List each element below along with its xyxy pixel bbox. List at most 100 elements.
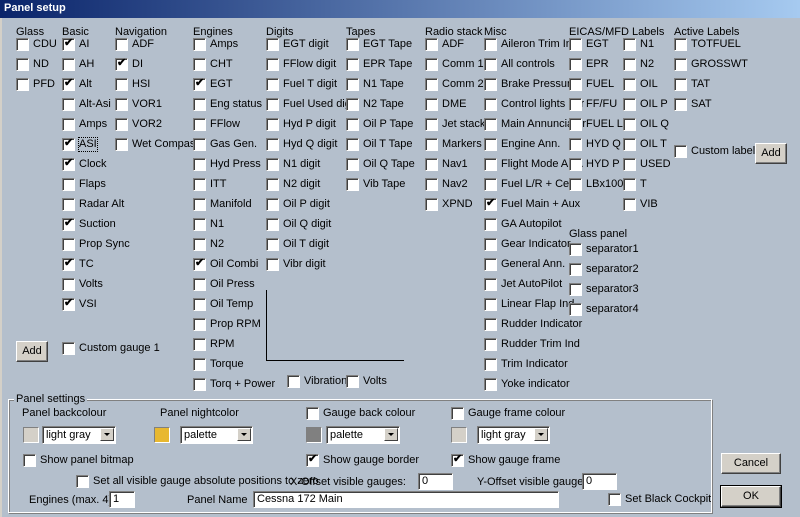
- checkbox[interactable]: [62, 278, 75, 291]
- checkbox[interactable]: [62, 58, 75, 71]
- checkbox[interactable]: [346, 375, 359, 388]
- checkbox[interactable]: [193, 338, 206, 351]
- checkbox[interactable]: ✔: [193, 77, 206, 91]
- checkbox[interactable]: [484, 378, 497, 391]
- checkbox[interactable]: [115, 78, 128, 91]
- x-offset-input[interactable]: 0: [418, 473, 453, 490]
- checkbox[interactable]: [484, 278, 497, 291]
- checkbox[interactable]: [484, 258, 497, 271]
- checkbox[interactable]: [16, 58, 29, 71]
- backcolour-select[interactable]: light gray: [42, 426, 116, 444]
- checkbox[interactable]: [62, 98, 75, 111]
- checkbox[interactable]: [346, 58, 359, 71]
- checkbox[interactable]: [62, 342, 75, 355]
- checkbox[interactable]: [484, 358, 497, 371]
- checkbox[interactable]: [193, 38, 206, 51]
- checkbox[interactable]: ✔: [62, 37, 75, 51]
- checkbox[interactable]: [425, 198, 438, 211]
- checkbox[interactable]: [266, 258, 279, 271]
- checkbox[interactable]: [115, 38, 128, 51]
- checkbox[interactable]: [266, 118, 279, 131]
- checkbox[interactable]: [484, 238, 497, 251]
- chevron-down-icon[interactable]: [384, 428, 398, 441]
- checkbox[interactable]: [569, 98, 582, 111]
- checkbox[interactable]: [484, 158, 497, 171]
- checkbox[interactable]: [425, 138, 438, 151]
- chevron-down-icon[interactable]: [534, 428, 548, 441]
- checkbox[interactable]: [346, 98, 359, 111]
- gauge-frame-select[interactable]: light gray: [477, 426, 550, 444]
- checkbox[interactable]: ✔: [62, 257, 75, 271]
- checkbox[interactable]: [266, 98, 279, 111]
- checkbox[interactable]: [569, 138, 582, 151]
- checkbox[interactable]: [484, 138, 497, 151]
- checkbox[interactable]: [346, 38, 359, 51]
- checkbox[interactable]: [623, 58, 636, 71]
- checkbox[interactable]: [346, 118, 359, 131]
- checkbox[interactable]: [425, 58, 438, 71]
- checkbox[interactable]: [193, 318, 206, 331]
- checkbox[interactable]: [193, 178, 206, 191]
- nightcolor-select[interactable]: palette: [180, 426, 253, 444]
- checkbox[interactable]: ✔: [62, 217, 75, 231]
- checkbox[interactable]: [193, 158, 206, 171]
- checkbox[interactable]: ✔: [193, 257, 206, 271]
- engines-input[interactable]: 1: [109, 491, 135, 508]
- checkbox[interactable]: [115, 118, 128, 131]
- checkbox[interactable]: [569, 178, 582, 191]
- checkbox[interactable]: [484, 338, 497, 351]
- panel-name-input[interactable]: Cessna 172 Main: [253, 491, 559, 508]
- checkbox[interactable]: [266, 158, 279, 171]
- checkbox[interactable]: [484, 318, 497, 331]
- checkbox[interactable]: [193, 278, 206, 291]
- checkbox[interactable]: [623, 78, 636, 91]
- checkbox[interactable]: [623, 138, 636, 151]
- checkbox[interactable]: [425, 98, 438, 111]
- checkbox[interactable]: [193, 358, 206, 371]
- checkbox[interactable]: [569, 58, 582, 71]
- checkbox[interactable]: [623, 198, 636, 211]
- checkbox[interactable]: [115, 98, 128, 111]
- ok-button[interactable]: OK: [720, 485, 782, 508]
- checkbox[interactable]: [484, 178, 497, 191]
- checkbox[interactable]: [484, 78, 497, 91]
- checkbox[interactable]: [623, 118, 636, 131]
- checkbox[interactable]: ✔: [62, 137, 75, 151]
- checkbox[interactable]: [266, 78, 279, 91]
- checkbox[interactable]: [193, 198, 206, 211]
- y-offset-input[interactable]: 0: [582, 473, 617, 490]
- checkbox[interactable]: [287, 375, 300, 388]
- checkbox[interactable]: [193, 138, 206, 151]
- checkbox[interactable]: [569, 38, 582, 51]
- checkbox[interactable]: [569, 283, 582, 296]
- checkbox[interactable]: [569, 158, 582, 171]
- checkbox[interactable]: [346, 178, 359, 191]
- checkbox[interactable]: [266, 138, 279, 151]
- checkbox[interactable]: [484, 98, 497, 111]
- checkbox[interactable]: [266, 218, 279, 231]
- cancel-button[interactable]: Cancel: [721, 453, 781, 474]
- add-label-button[interactable]: Add: [755, 143, 787, 164]
- checkbox[interactable]: [569, 303, 582, 316]
- checkbox[interactable]: [569, 118, 582, 131]
- checkbox[interactable]: [674, 58, 687, 71]
- checkbox[interactable]: [346, 138, 359, 151]
- checkbox[interactable]: ✔: [62, 297, 75, 311]
- checkbox[interactable]: [674, 38, 687, 51]
- checkbox[interactable]: [425, 158, 438, 171]
- checkbox[interactable]: [674, 145, 687, 158]
- checkbox[interactable]: ✔: [115, 57, 128, 71]
- checkbox[interactable]: [484, 118, 497, 131]
- chevron-down-icon[interactable]: [237, 428, 251, 441]
- add-gauge-button[interactable]: Add: [16, 341, 48, 362]
- checkbox[interactable]: [346, 158, 359, 171]
- checkbox[interactable]: [266, 238, 279, 251]
- checkbox[interactable]: [484, 58, 497, 71]
- checkbox[interactable]: [674, 78, 687, 91]
- checkbox[interactable]: [62, 238, 75, 251]
- checkbox[interactable]: [193, 58, 206, 71]
- chevron-down-icon[interactable]: [100, 428, 114, 441]
- checkbox[interactable]: [623, 98, 636, 111]
- checkbox[interactable]: [623, 38, 636, 51]
- checkbox[interactable]: ✔: [62, 157, 75, 171]
